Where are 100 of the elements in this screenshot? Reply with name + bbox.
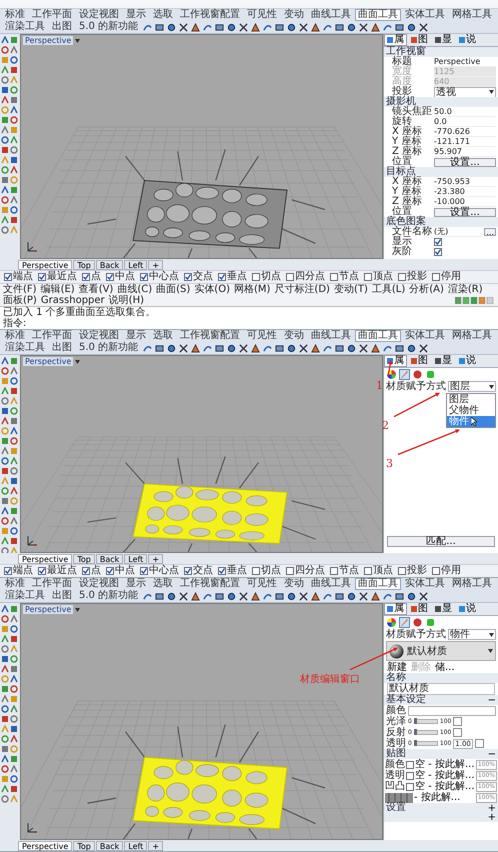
viewport-tab[interactable]: Perspective [18,554,72,564]
checkbox[interactable] [4,567,12,575]
ribbon-tab[interactable]: 选取 [150,578,176,590]
material-tool-button[interactable] [386,617,397,628]
checkbox[interactable] [106,273,114,281]
checkbox[interactable] [286,567,294,575]
checkbox[interactable] [140,567,148,575]
ribbon-tab[interactable]: 可见性 [244,578,280,590]
checkbox[interactable] [406,772,414,780]
slider-thumb[interactable] [414,729,417,735]
add-tab-button[interactable]: + [148,841,164,851]
ribbon-tab[interactable]: 标准 [2,578,28,590]
texture-slot-button[interactable]: 空 - 按此解... [415,782,475,791]
slider-thumb[interactable] [414,740,417,746]
ribbon-tab[interactable]: 选取 [150,9,176,21]
menu-item[interactable]: 编辑(E) [40,284,75,295]
checkbox[interactable] [82,273,90,281]
menu-item[interactable]: 变动(T) [334,284,368,295]
toolbar-icon[interactable] [299,22,308,32]
menu-item[interactable]: 查看(V) [78,284,114,295]
material-tool-button[interactable] [412,369,423,380]
slider-track[interactable] [414,719,438,724]
dropdown-option[interactable]: 父物件 [447,405,495,416]
toolbar-icon[interactable] [419,344,428,352]
viewport-tab[interactable]: Back [96,841,124,851]
ribbon-tab[interactable]: 出图 [49,342,75,354]
ribbon-tab[interactable]: 5.0 的新功能 [76,342,142,354]
material-tool-button[interactable] [386,369,397,380]
toolbar-icon[interactable] [179,22,188,32]
ribbon-tab[interactable]: 可见性 [244,330,280,342]
checkbox[interactable] [218,567,226,575]
add-tab-button[interactable]: + [148,554,164,564]
dropdown-option[interactable]: 图层 [447,394,495,405]
ribbon-tab[interactable]: 设定视图 [76,9,122,21]
panel-tab[interactable]: 说 [456,34,479,46]
ribbon-tab[interactable]: 网格工具 [449,578,495,590]
texture-slot-button[interactable]: - 按此解... [414,793,460,802]
ribbon-tab[interactable]: 网格工具 [449,330,495,342]
checkbox[interactable] [432,567,440,575]
viewport-tab[interactable]: Left [124,554,148,564]
ribbon-tab[interactable]: 显示 [123,330,149,342]
menu-item[interactable]: 渲染(R) [448,284,483,295]
menu-item[interactable]: 曲线(C) [117,284,152,295]
ribbon-tab[interactable]: 显示 [123,578,149,590]
ribbon-tab[interactable]: 工作平面 [29,9,75,21]
dropdown[interactable]: 透视 [434,86,496,98]
toolbar-icon[interactable] [299,592,308,600]
ribbon-tab[interactable]: 工作平面 [29,578,75,590]
checkbox[interactable] [252,273,260,281]
ribbon-tab[interactable]: 工作视窗配置 [177,9,243,21]
viewport-tab[interactable]: Left [124,841,148,851]
material-tool-button[interactable] [412,617,423,628]
ribbon-tab[interactable]: 标准 [2,9,28,21]
ribbon-tab[interactable]: 曲面工具 [355,578,401,590]
ribbon-tab[interactable]: 工作平面 [29,330,75,342]
checkbox[interactable] [252,567,260,575]
checkbox[interactable] [184,273,192,281]
ribbon-tab[interactable]: 曲线工具 [308,9,354,21]
slider-thumb[interactable] [414,718,417,724]
toolbar-icon[interactable] [359,22,368,32]
ribbon-tab[interactable]: 网格工具 [449,9,495,21]
toolbar-icon[interactable] [299,344,308,352]
menu-item[interactable]: 网格(M) [234,284,270,295]
checkbox[interactable] [330,273,338,281]
toolbar-icon[interactable] [179,344,188,352]
checkbox[interactable] [398,273,406,281]
menu-item[interactable]: Grasshopper [40,295,105,306]
panel-tab[interactable]: 属 [384,34,407,46]
ribbon-tab[interactable]: 曲线工具 [308,578,354,590]
menu-item[interactable]: 实体(O) [194,284,230,295]
viewport-title[interactable]: Perspective [23,605,74,614]
toolbar-icon[interactable] [359,344,368,352]
checkbox[interactable] [38,273,46,281]
dropdown[interactable]: 物件 [448,629,496,640]
action-button[interactable]: 新建 [387,662,407,672]
viewport-tab[interactable]: Back [96,554,124,564]
viewport-tab[interactable]: Perspective [18,260,72,270]
ribbon-tab[interactable]: 标准 [2,330,28,342]
color-field[interactable] [408,706,496,716]
checkbox[interactable] [38,567,46,575]
checkbox[interactable] [184,567,192,575]
ribbon-tab[interactable]: 渲染工具 [2,21,48,33]
toolbar-icon[interactable] [419,592,428,600]
ribbon-tab[interactable]: 出图 [49,21,75,33]
name-field[interactable]: 默认材质 [387,683,495,695]
toolbar-icon[interactable] [359,592,368,600]
color-swatch[interactable] [474,739,484,748]
dropdown-option[interactable]: 物件 [447,416,495,427]
panel-tab[interactable]: 图 [408,34,431,46]
toolbar-icon[interactable] [239,592,248,600]
ribbon-tab[interactable]: 5.0 的新功能 [76,590,142,602]
viewport-tab[interactable]: Back [96,260,124,270]
checkbox[interactable] [398,567,406,575]
panel-tab[interactable]: 说 [456,355,479,367]
ribbon-tab[interactable]: 渲染工具 [2,590,48,602]
checkbox[interactable] [364,273,372,281]
checkbox[interactable] [434,248,442,256]
menu-item[interactable]: 分析(A) [409,284,444,295]
slider-track[interactable] [414,741,438,746]
viewport-title[interactable]: Perspective [23,357,74,366]
